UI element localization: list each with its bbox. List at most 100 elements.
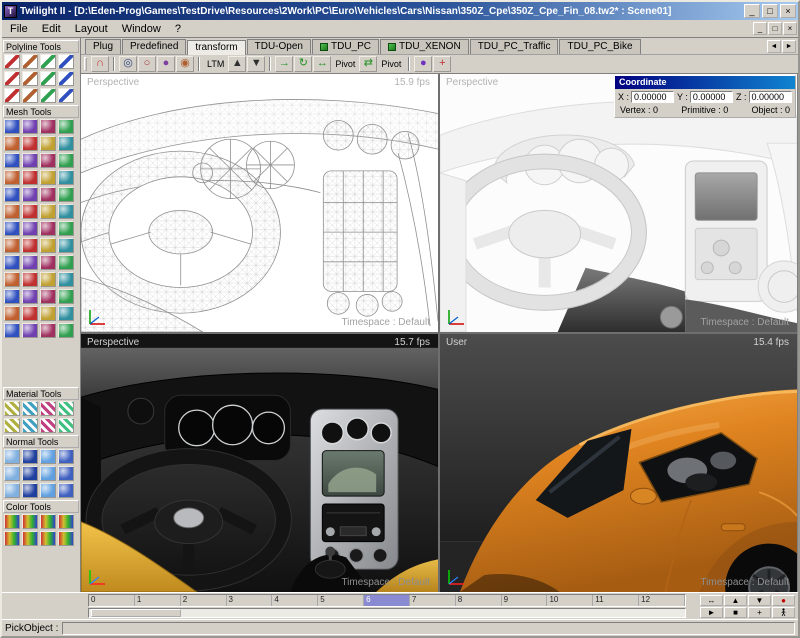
frame-tick-0[interactable]: 0 xyxy=(89,595,135,606)
tool-icon[interactable] xyxy=(58,531,74,546)
tool-icon[interactable] xyxy=(4,204,20,219)
tool-icon[interactable] xyxy=(58,514,74,529)
tool-icon[interactable] xyxy=(4,531,20,546)
tab-scroll-left-icon[interactable]: ◄ xyxy=(767,40,781,53)
viewport-textured[interactable]: Perspective 15.7 fps Timespace : Default xyxy=(81,334,438,592)
viewport-exterior[interactable]: User 15.4 fps Timespace : Default xyxy=(440,334,797,592)
frame-tick-2[interactable]: 2 xyxy=(181,595,227,606)
coordinate-panel-title[interactable]: Coordinate xyxy=(615,76,795,89)
range-button[interactable]: ↔ xyxy=(700,595,723,606)
tool-icon[interactable] xyxy=(22,418,38,433)
mdi-close-button[interactable]: × xyxy=(783,22,797,35)
tool-icon[interactable] xyxy=(58,204,74,219)
tool-icon[interactable] xyxy=(22,272,38,287)
record-button[interactable]: ● xyxy=(772,595,795,606)
toolbar-tab-tdu-pc-bike[interactable]: TDU_PC_Bike xyxy=(559,39,640,54)
stop-button[interactable]: ■ xyxy=(724,607,747,618)
tool-icon[interactable] xyxy=(40,153,56,168)
section-header-polyline-tools[interactable]: Polyline Tools xyxy=(3,40,79,53)
tool-icon[interactable] xyxy=(22,170,38,185)
tool-icon[interactable] xyxy=(22,449,38,464)
tool-icon[interactable] xyxy=(22,401,38,416)
translate-pivot-icon[interactable]: ⇄ xyxy=(359,56,377,72)
menu-layout[interactable]: Layout xyxy=(68,22,115,36)
tool-icon[interactable] xyxy=(40,187,56,202)
add-key-button[interactable]: + xyxy=(748,607,771,618)
close-button[interactable]: × xyxy=(780,4,796,18)
target-icon[interactable]: ◉ xyxy=(176,56,194,72)
tool-icon[interactable] xyxy=(22,54,38,69)
frame-tick-11[interactable]: 11 xyxy=(593,595,639,606)
frame-tick-12[interactable]: 12 xyxy=(639,595,685,606)
tool-icon[interactable] xyxy=(4,514,20,529)
tool-icon[interactable] xyxy=(40,238,56,253)
tool-icon[interactable] xyxy=(58,170,74,185)
tool-icon[interactable] xyxy=(22,323,38,338)
tool-icon[interactable] xyxy=(58,272,74,287)
frame-tick-4[interactable]: 4 xyxy=(272,595,318,606)
toolbar-drag-handle[interactable] xyxy=(84,57,87,71)
frame-tick-7[interactable]: 7 xyxy=(410,595,456,606)
viewport-shaded[interactable]: Perspective Timespace : Default Coordina… xyxy=(440,74,797,332)
frame-tick-6[interactable]: 6 xyxy=(364,595,410,606)
tool-icon[interactable] xyxy=(4,289,20,304)
tool-icon[interactable] xyxy=(4,187,20,202)
toolbar-tab-tdu-pc[interactable]: TDU_PC xyxy=(312,39,379,54)
tool-icon[interactable] xyxy=(4,255,20,270)
frame-tick-5[interactable]: 5 xyxy=(318,595,364,606)
tool-icon[interactable] xyxy=(40,514,56,529)
tool-icon[interactable] xyxy=(58,483,74,498)
tool-icon[interactable] xyxy=(40,136,56,151)
tool-icon[interactable] xyxy=(58,466,74,481)
tool-icon[interactable] xyxy=(58,136,74,151)
tool-icon[interactable] xyxy=(40,289,56,304)
rotate-icon[interactable]: ↻ xyxy=(294,56,312,72)
maximize-button[interactable]: □ xyxy=(762,4,778,18)
frame-tick-3[interactable]: 3 xyxy=(227,595,273,606)
toolbar-tab-predefined[interactable]: Predefined xyxy=(122,39,186,54)
tool-icon[interactable] xyxy=(58,401,74,416)
tool-icon[interactable] xyxy=(4,272,20,287)
axes-icon[interactable]: + xyxy=(433,56,451,72)
tool-icon[interactable] xyxy=(4,418,20,433)
tool-icon[interactable] xyxy=(58,449,74,464)
tool-icon[interactable] xyxy=(22,71,38,86)
tool-icon[interactable] xyxy=(58,119,74,134)
minimize-button[interactable]: _ xyxy=(744,4,760,18)
tool-icon[interactable] xyxy=(58,187,74,202)
tool-icon[interactable] xyxy=(22,306,38,321)
tool-icon[interactable] xyxy=(4,88,20,103)
toolbar-tab-tdu-open[interactable]: TDU-Open xyxy=(247,39,311,54)
y-value-field[interactable]: 0.00000 xyxy=(690,91,733,103)
timeline-scroll-thumb[interactable] xyxy=(91,609,181,617)
menu-window[interactable]: Window xyxy=(115,22,168,36)
frame-tick-8[interactable]: 8 xyxy=(456,595,502,606)
section-header-material-tools[interactable]: Material Tools xyxy=(3,387,79,400)
tool-icon[interactable] xyxy=(58,323,74,338)
tool-icon[interactable] xyxy=(22,136,38,151)
prev-key-button[interactable]: ▲ xyxy=(724,595,747,606)
mdi-minimize-button[interactable]: _ xyxy=(753,22,767,35)
frame-tick-1[interactable]: 1 xyxy=(135,595,181,606)
tool-icon[interactable] xyxy=(40,306,56,321)
tool-icon[interactable] xyxy=(58,289,74,304)
spin-down-icon[interactable]: ▼ xyxy=(247,56,265,72)
z-value-field[interactable]: 0.00000 xyxy=(749,91,793,103)
tool-icon[interactable] xyxy=(40,71,56,86)
spin-up-icon[interactable]: ▲ xyxy=(228,56,246,72)
tool-icon[interactable] xyxy=(40,221,56,236)
tool-icon[interactable] xyxy=(58,306,74,321)
tool-icon[interactable] xyxy=(40,531,56,546)
play-button[interactable]: ► xyxy=(700,607,723,618)
tool-icon[interactable] xyxy=(58,255,74,270)
tool-icon[interactable] xyxy=(4,401,20,416)
menu-help[interactable]: ? xyxy=(168,22,188,36)
tool-icon[interactable] xyxy=(4,466,20,481)
tool-icon[interactable] xyxy=(40,449,56,464)
tool-icon[interactable] xyxy=(40,272,56,287)
section-header-normal-tools[interactable]: Normal Tools xyxy=(3,435,79,448)
tool-icon[interactable] xyxy=(40,204,56,219)
tool-icon[interactable] xyxy=(40,88,56,103)
tool-icon[interactable] xyxy=(4,136,20,151)
tool-icon[interactable] xyxy=(40,483,56,498)
